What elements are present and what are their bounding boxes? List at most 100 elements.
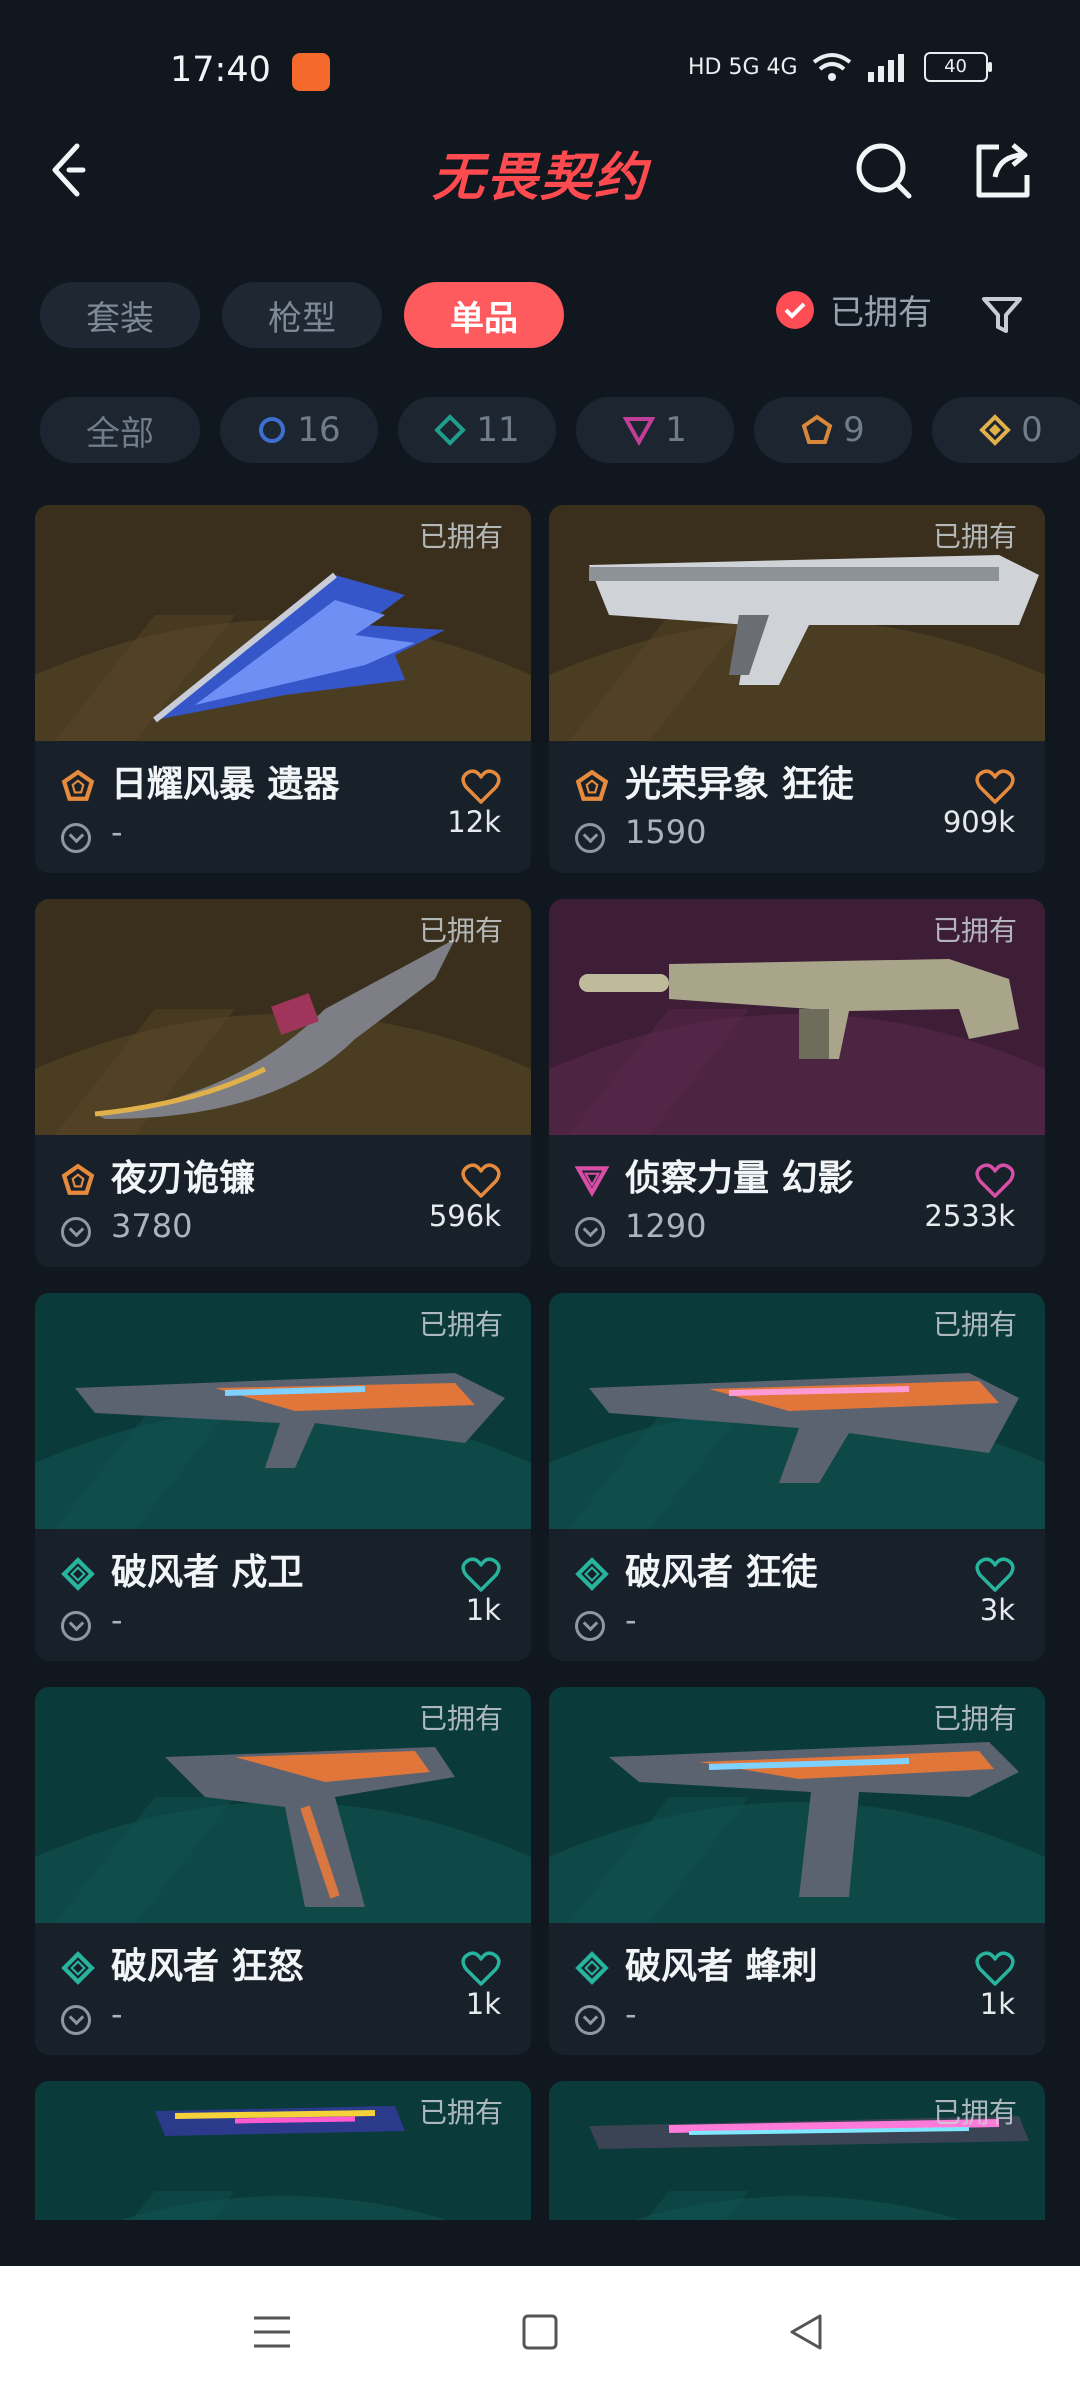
home-button[interactable] bbox=[500, 2292, 580, 2372]
deluxe-tier-icon bbox=[575, 1951, 609, 1985]
skin-price: - bbox=[625, 1995, 637, 2033]
share-icon bbox=[976, 143, 1030, 198]
skin-card[interactable]: 已拥有 侦察力量 幻影 1290 2533k bbox=[549, 899, 1045, 1267]
owned-tag: 已拥有 bbox=[418, 1308, 503, 1341]
exclusive-tier-icon bbox=[61, 769, 95, 801]
favorite-heart-icon[interactable] bbox=[461, 1557, 501, 1593]
like-count: 596k bbox=[428, 1199, 501, 1233]
skin-price: - bbox=[111, 813, 123, 851]
favorite-heart-icon[interactable] bbox=[975, 1951, 1015, 1987]
menu-icon bbox=[254, 2316, 290, 2348]
skin-price: 1290 bbox=[625, 1207, 707, 1245]
status-time: 17:40 bbox=[170, 50, 271, 90]
owned-tag: 已拥有 bbox=[932, 2096, 1017, 2129]
search-icon bbox=[856, 143, 912, 199]
skin-name: 破风者 狂怒 bbox=[111, 1946, 304, 1987]
skin-card[interactable]: 已拥有破风者 狂怒 - 1k bbox=[35, 1687, 531, 2055]
valorant-points-icon bbox=[575, 2005, 605, 2035]
funnel-icon bbox=[982, 297, 1022, 333]
tier-filter-ultra[interactable]: 0 bbox=[932, 397, 1080, 463]
skin-name: 日耀风暴 遗器 bbox=[111, 764, 340, 805]
skin-price: - bbox=[111, 1601, 123, 1639]
like-count: 12k bbox=[447, 805, 501, 839]
nav-back-button[interactable] bbox=[766, 2292, 846, 2372]
search-button[interactable] bbox=[843, 130, 923, 210]
network-label: HD 5G 4G bbox=[688, 54, 798, 80]
favorite-heart-icon[interactable] bbox=[461, 1951, 501, 1987]
like-count: 2533k bbox=[924, 1199, 1015, 1233]
valorant-points-icon bbox=[61, 823, 91, 853]
valorant-points-icon bbox=[575, 1217, 605, 1247]
like-count: 3k bbox=[979, 1593, 1015, 1627]
skin-card[interactable]: 已拥有 bbox=[35, 2081, 531, 2220]
owned-tag: 已拥有 bbox=[932, 520, 1017, 553]
valorant-points-icon bbox=[575, 1611, 605, 1641]
premium-tier-icon bbox=[623, 417, 656, 446]
tier-filter-count: 9 bbox=[843, 410, 865, 450]
filter-button[interactable] bbox=[962, 275, 1042, 355]
skin-card[interactable]: 已拥有 bbox=[549, 2081, 1045, 2220]
tab-set[interactable]: 套装 bbox=[40, 282, 200, 348]
owned-tag: 已拥有 bbox=[418, 914, 503, 947]
ultra-tier-icon bbox=[979, 414, 1012, 446]
skin-name: 破风者 狂徒 bbox=[625, 1552, 818, 1593]
skin-card[interactable]: 已拥有破风者 狂徒 - 3k bbox=[549, 1293, 1045, 1661]
skin-card[interactable]: 已拥有破风者 戍卫 - 1k bbox=[35, 1293, 531, 1661]
tier-filter-exclusive[interactable]: 9 bbox=[754, 397, 912, 463]
exclusive-tier-icon bbox=[61, 1163, 95, 1195]
skin-card[interactable]: 已拥有日耀风暴 遗器 - 12k bbox=[35, 505, 531, 873]
menu-button[interactable] bbox=[232, 2292, 312, 2372]
owned-tag: 已拥有 bbox=[418, 2096, 503, 2129]
owned-filter-label: 已拥有 bbox=[830, 293, 932, 333]
owned-tag: 已拥有 bbox=[932, 914, 1017, 947]
exclusive-tier-icon bbox=[801, 414, 833, 444]
signal-icon bbox=[867, 54, 904, 82]
skin-name: 破风者 戍卫 bbox=[111, 1552, 304, 1593]
deluxe-tier-icon bbox=[434, 414, 467, 446]
like-count: 1k bbox=[465, 1987, 501, 2021]
deluxe-tier-icon bbox=[61, 1557, 95, 1591]
tier-filter-premium[interactable]: 1 bbox=[576, 397, 734, 463]
like-count: 1k bbox=[465, 1593, 501, 1627]
tab-weapon-type[interactable]: 枪型 bbox=[222, 282, 382, 348]
owned-tag: 已拥有 bbox=[418, 1702, 503, 1735]
notification-app-icon bbox=[292, 53, 330, 91]
owned-tag: 已拥有 bbox=[418, 520, 503, 553]
home-square-icon bbox=[522, 2314, 558, 2350]
favorite-heart-icon[interactable] bbox=[461, 1163, 501, 1199]
favorite-heart-icon[interactable] bbox=[975, 1557, 1015, 1593]
skin-card[interactable]: 已拥有 夜刃诡镰 3780 596k bbox=[35, 899, 531, 1267]
tier-filter-all[interactable]: 全部 bbox=[40, 397, 200, 463]
favorite-heart-icon[interactable] bbox=[975, 769, 1015, 805]
share-button[interactable] bbox=[964, 130, 1044, 210]
tier-filter-select[interactable]: 16 bbox=[220, 397, 378, 463]
owned-filter-toggle[interactable]: 已拥有 bbox=[776, 285, 932, 334]
tab-single-item[interactable]: 单品 bbox=[404, 282, 564, 348]
like-count: 1k bbox=[979, 1987, 1015, 2021]
exclusive-tier-icon bbox=[575, 769, 609, 801]
favorite-heart-icon[interactable] bbox=[461, 769, 501, 805]
valorant-points-icon bbox=[61, 2005, 91, 2035]
skin-card[interactable]: 已拥有 破风者 蜂刺 - 1k bbox=[549, 1687, 1045, 2055]
skin-grid[interactable]: 已拥有 日耀风暴 遗器 -12k 已拥有 光荣异象 狂徒 1590 909k 已拥有 夜刃诡镰 3… bbox=[0, 505, 1080, 2220]
valorant-points-icon bbox=[61, 1611, 91, 1641]
premium-tier-icon bbox=[575, 1166, 609, 1197]
like-count: 909k bbox=[942, 805, 1015, 839]
valorant-points-icon bbox=[575, 823, 605, 853]
tier-filter-label: 全部 bbox=[86, 413, 154, 454]
owned-tag: 已拥有 bbox=[932, 1308, 1017, 1341]
skin-price: 1590 bbox=[625, 813, 707, 851]
deluxe-tier-icon bbox=[575, 1557, 609, 1591]
tier-filter-count: 16 bbox=[297, 410, 341, 450]
status-indicators: HD 5G 4G 40 bbox=[688, 52, 992, 82]
battery-indicator: 40 bbox=[923, 52, 992, 82]
tier-filter-deluxe[interactable]: 11 bbox=[398, 397, 556, 463]
back-triangle-icon bbox=[790, 2314, 822, 2350]
skin-price: - bbox=[625, 1601, 637, 1639]
owned-tag: 已拥有 bbox=[932, 1702, 1017, 1735]
favorite-heart-icon[interactable] bbox=[975, 1163, 1015, 1199]
skin-card[interactable]: 已拥有 光荣异象 狂徒 1590 909k bbox=[549, 505, 1045, 873]
wifi-icon bbox=[812, 53, 851, 81]
checkmark-icon bbox=[776, 290, 814, 329]
skin-price: - bbox=[111, 1995, 123, 2033]
